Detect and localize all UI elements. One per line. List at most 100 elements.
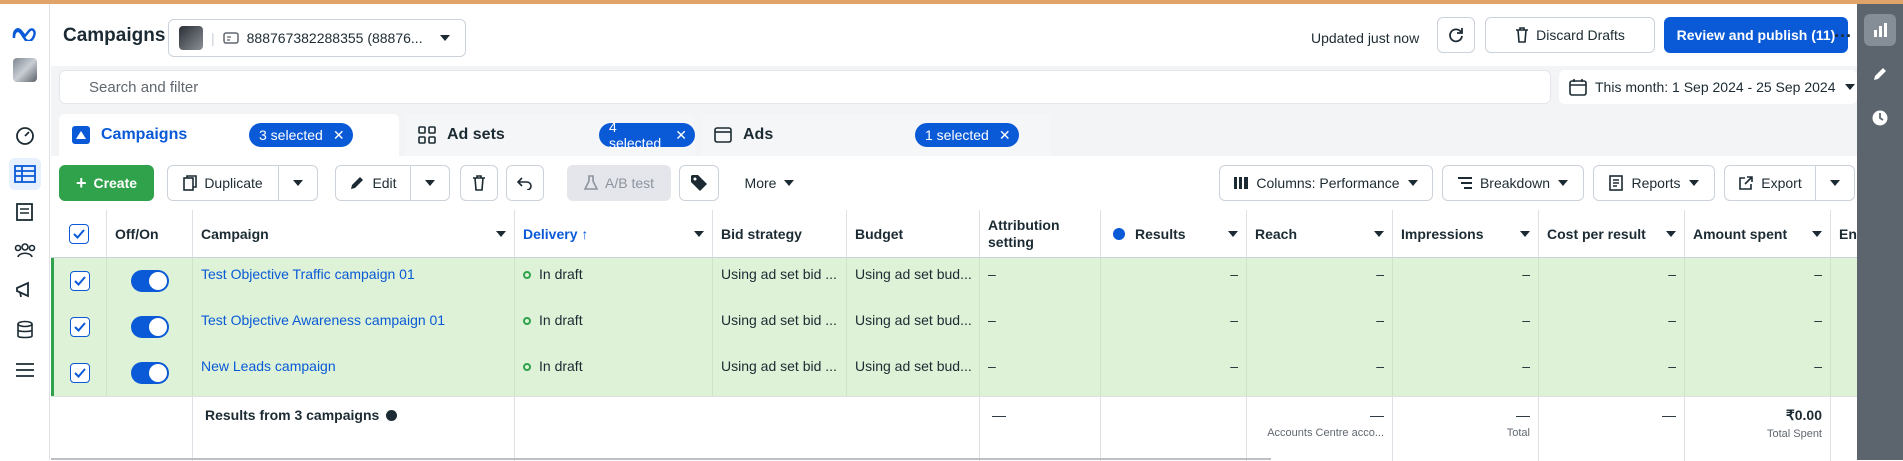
spent-cell: – [1685,258,1831,304]
info-icon[interactable] [386,410,398,421]
chevron-down-icon[interactable] [1812,231,1822,237]
col-cost-per-result[interactable]: Cost per result [1539,210,1685,258]
campaign-name-link[interactable]: New Leads campaign [193,350,515,396]
edit-dropdown[interactable] [410,165,450,201]
close-icon[interactable]: ✕ [675,127,687,144]
duplicate-button[interactable]: Duplicate [167,165,279,201]
chevron-down-icon[interactable] [1228,231,1238,237]
col-delivery[interactable]: Delivery ↑ [515,210,713,258]
chevron-down-icon [1830,180,1840,186]
date-range-picker[interactable]: This month: 1 Sep 2024 - 25 Sep 2024 [1559,70,1857,104]
ads-manager-table-icon[interactable] [9,158,41,190]
tab-ad-sets[interactable]: Ad sets 4 selected ✕ [405,114,695,156]
col-results[interactable]: Results [1101,210,1247,258]
search-input[interactable]: Search and filter [59,70,1551,104]
duplicate-dropdown[interactable] [278,165,318,201]
create-button[interactable]: + Create [59,165,154,201]
impressions-cell: – [1393,258,1539,304]
export-dropdown[interactable] [1815,165,1855,201]
delete-button[interactable] [460,165,498,201]
campaign-name-link[interactable]: Test Objective Awareness campaign 01 [193,304,515,350]
review-label: Review and publish (11) [1676,27,1836,43]
breakdown-button[interactable]: Breakdown [1442,165,1584,201]
columns-button[interactable]: Columns: Performance [1219,165,1433,201]
table-row[interactable]: New Leads campaign In draft Using ad set… [51,350,1857,396]
account-avatar[interactable] [9,54,41,86]
megaphone-icon[interactable] [9,274,41,306]
account-selector[interactable]: | 888767382288355 (88876... [168,19,466,57]
undo-button[interactable] [506,165,544,201]
table-row[interactable]: Test Objective Traffic campaign 01 In dr… [51,258,1857,304]
col-campaign[interactable]: Campaign [193,210,515,258]
chip-label: 3 selected [259,127,323,143]
clock-icon[interactable] [1864,102,1896,134]
row-checkbox[interactable] [70,363,90,383]
budget-cell: Using ad set bud... [847,258,980,304]
chevron-down-icon[interactable] [1374,231,1384,237]
tab-ads[interactable]: Ads 1 selected ✕ [701,114,1051,156]
selection-chip[interactable]: 3 selected ✕ [249,123,353,147]
select-all-checkbox[interactable] [68,223,89,244]
chevron-down-icon[interactable] [1520,231,1530,237]
col-budget[interactable]: Budget [847,210,980,258]
summary-spacer [515,397,980,461]
tab-label: Campaigns [101,126,188,143]
bid-strategy-cell: Using ad set bid ... [713,258,847,304]
summary-label: Results from 3 campaigns [193,397,515,461]
checkmark-icon [74,276,86,286]
ab-test-button[interactable]: A/B test [567,165,671,201]
more-options-icon[interactable]: ··· [1834,26,1852,47]
chevron-down-icon[interactable] [1666,231,1676,237]
summary-impressions: — Total [1393,397,1539,461]
chevron-down-icon [1844,84,1855,90]
campaign-name-link[interactable]: Test Objective Traffic campaign 01 [193,258,515,304]
discard-drafts-button[interactable]: Discard Drafts [1485,17,1655,53]
col-attribution[interactable]: Attribution setting [980,210,1101,258]
row-checkbox[interactable] [70,317,90,337]
more-button[interactable]: More [731,165,809,201]
campaign-toggle[interactable] [130,362,169,384]
duplicate-icon [183,175,198,191]
review-publish-button[interactable]: Review and publish (11) [1664,17,1848,53]
audiences-icon[interactable] [9,234,41,266]
export-label: Export [1761,175,1802,191]
tag-button[interactable] [679,165,719,201]
campaign-toggle[interactable] [130,270,169,292]
selection-chip[interactable]: 1 selected ✕ [915,123,1019,147]
col-amount-spent[interactable]: Amount spent [1685,210,1831,258]
edit-button[interactable]: Edit [335,165,411,201]
pencil-icon[interactable] [1864,58,1896,90]
chip-label: 4 selected [609,119,662,151]
pages-icon[interactable] [9,196,41,228]
info-icon[interactable] [1113,227,1125,240]
billing-icon[interactable] [9,314,41,346]
row-checkbox[interactable] [70,271,90,291]
meta-logo-icon[interactable] [9,18,41,50]
col-off-on[interactable]: Off/On [107,210,193,258]
menu-icon[interactable] [9,354,41,386]
col-reach[interactable]: Reach [1247,210,1393,258]
refresh-button[interactable] [1437,17,1475,53]
ad-sets-icon [418,126,436,144]
reports-button[interactable]: Reports [1593,165,1715,201]
close-icon[interactable]: ✕ [333,127,345,144]
close-icon[interactable]: ✕ [999,127,1011,144]
col-ends[interactable]: En [1831,210,1857,258]
chevron-down-icon[interactable] [694,231,704,237]
dashboard-gauge-icon[interactable] [9,120,41,152]
chevron-down-icon[interactable] [496,231,506,237]
chart-icon[interactable] [1864,14,1896,46]
selection-chip[interactable]: 4 selected ✕ [599,119,695,151]
col-bid-strategy[interactable]: Bid strategy [713,210,847,258]
col-label: Reach [1255,225,1298,242]
export-button[interactable]: Export [1724,165,1816,201]
select-all-header[interactable] [51,210,107,258]
summary-attribution: — [980,397,1101,461]
chevron-down-icon [784,180,795,186]
col-label: Delivery ↑ [523,225,589,242]
tab-campaigns[interactable]: Campaigns 3 selected ✕ [59,114,399,156]
ads-icon [714,127,732,143]
col-impressions[interactable]: Impressions [1393,210,1539,258]
campaign-toggle[interactable] [130,316,169,338]
table-row[interactable]: Test Objective Awareness campaign 01 In … [51,304,1857,350]
